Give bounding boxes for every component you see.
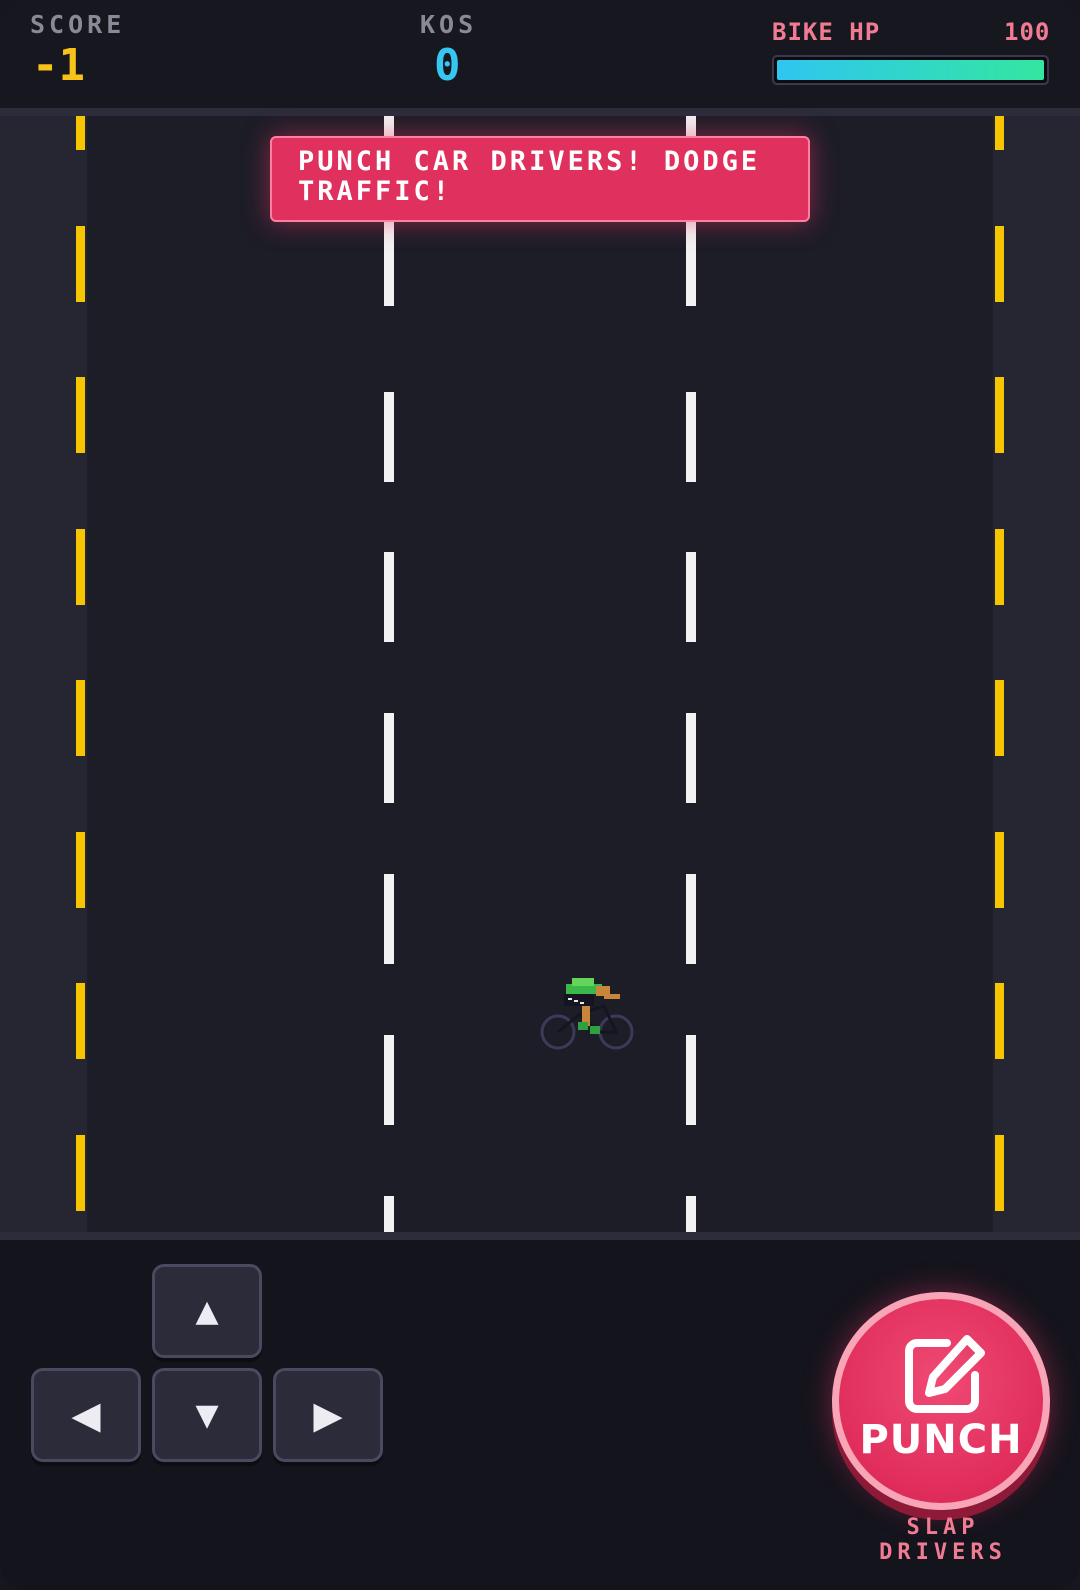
score-value: -1 [32, 40, 85, 91]
edge-line-right [995, 1134, 1004, 1211]
lane-line-right [686, 1196, 696, 1232]
edge-line-left [76, 116, 85, 150]
edge-line-left [76, 377, 85, 453]
edge-line-right [995, 225, 1004, 302]
arrow-up-icon: ▲ [195, 1293, 219, 1329]
dpad-down-button[interactable]: ▼ [152, 1368, 262, 1462]
kos-label: KOS [420, 10, 478, 39]
instruction-banner: PUNCH CAR DRIVERS! DODGE TRAFFIC! [270, 136, 810, 222]
lane-line-left [384, 1035, 394, 1125]
edge-line-left [76, 983, 85, 1059]
punch-subtitle: SLAP DRIVERS [879, 1515, 1007, 1565]
arrow-left-icon: ◀ [71, 1393, 101, 1437]
lane-line-right [686, 392, 696, 482]
lane-line-right [686, 1035, 696, 1125]
arrow-right-icon: ▶ [313, 1393, 343, 1437]
game-frame: SCORE -1 KOS 0 BIKE HP 100 PUNCH CAR DRI… [0, 0, 1080, 1590]
dpad-right-button[interactable]: ▶ [273, 1368, 383, 1462]
lane-line-left [384, 1196, 394, 1232]
edge-line-right [995, 983, 1004, 1059]
controls-panel: ▲ ◀ ▼ ▶ PUNCH SLAP DRIVERS [0, 1240, 1080, 1590]
edge-line-left [76, 1134, 85, 1211]
cyclist-player [540, 978, 634, 1050]
bike-hp-bar [772, 55, 1049, 85]
edge-line-right [995, 680, 1004, 756]
dpad-up-button[interactable]: ▲ [152, 1264, 262, 1358]
punch-label: PUNCH [859, 1417, 1023, 1463]
edge-line-right [995, 831, 1004, 908]
road-area [0, 108, 1080, 1240]
edge-line-right [995, 377, 1004, 453]
bike-hp-value: 100 [1004, 18, 1051, 46]
edge-line-left [76, 831, 85, 908]
bike-hp-fill [777, 60, 1044, 80]
lane-line-left [384, 874, 394, 964]
lane-line-right [686, 874, 696, 964]
edge-line-left [76, 528, 85, 605]
dpad-left-button[interactable]: ◀ [31, 1368, 141, 1462]
hud: SCORE -1 KOS 0 BIKE HP 100 [0, 0, 1080, 108]
punch-button[interactable]: PUNCH [832, 1292, 1050, 1510]
edge-line-left [76, 680, 85, 756]
edge-line-left [76, 225, 85, 302]
lane-line-left [384, 713, 394, 803]
bike-hp-label: BIKE HP [772, 18, 881, 46]
arrow-down-icon: ▼ [195, 1397, 219, 1433]
road [87, 116, 993, 1232]
kos-value: 0 [434, 40, 461, 91]
edit-icon [905, 1335, 985, 1413]
lane-line-right [686, 713, 696, 803]
edge-line-right [995, 528, 1004, 605]
score-label: SCORE [30, 10, 126, 39]
lane-line-left [384, 392, 394, 482]
lane-line-left [384, 552, 394, 642]
lane-line-right [686, 552, 696, 642]
edge-line-right [995, 116, 1004, 150]
